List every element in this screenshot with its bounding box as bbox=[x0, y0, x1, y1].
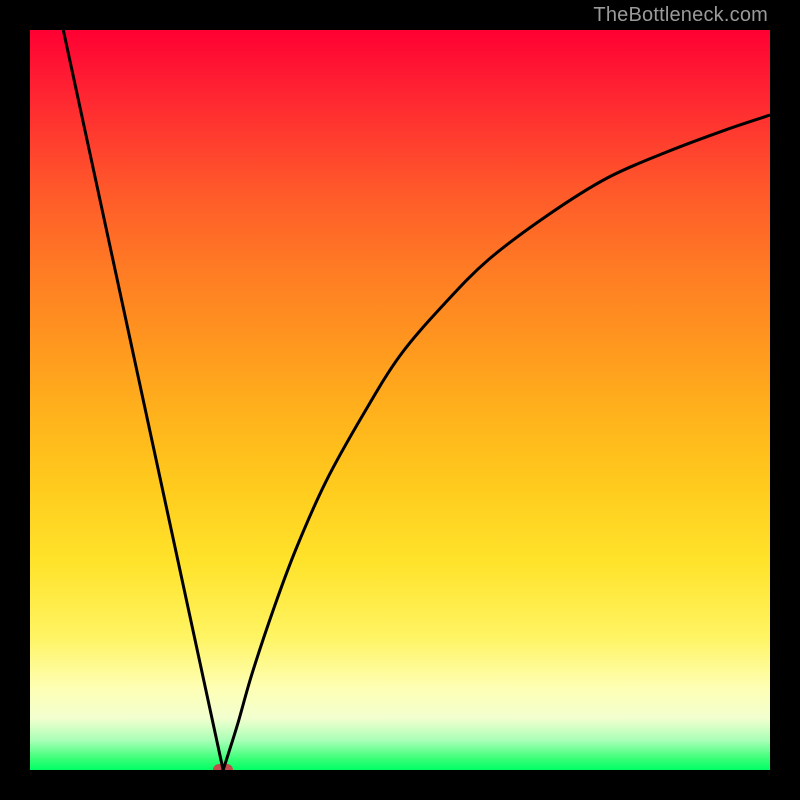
chart-frame: TheBottleneck.com bbox=[0, 0, 800, 800]
bottleneck-marker bbox=[213, 764, 233, 770]
heatmap-gradient bbox=[30, 30, 770, 770]
watermark-text: TheBottleneck.com bbox=[593, 4, 768, 27]
plot-area bbox=[30, 30, 770, 770]
